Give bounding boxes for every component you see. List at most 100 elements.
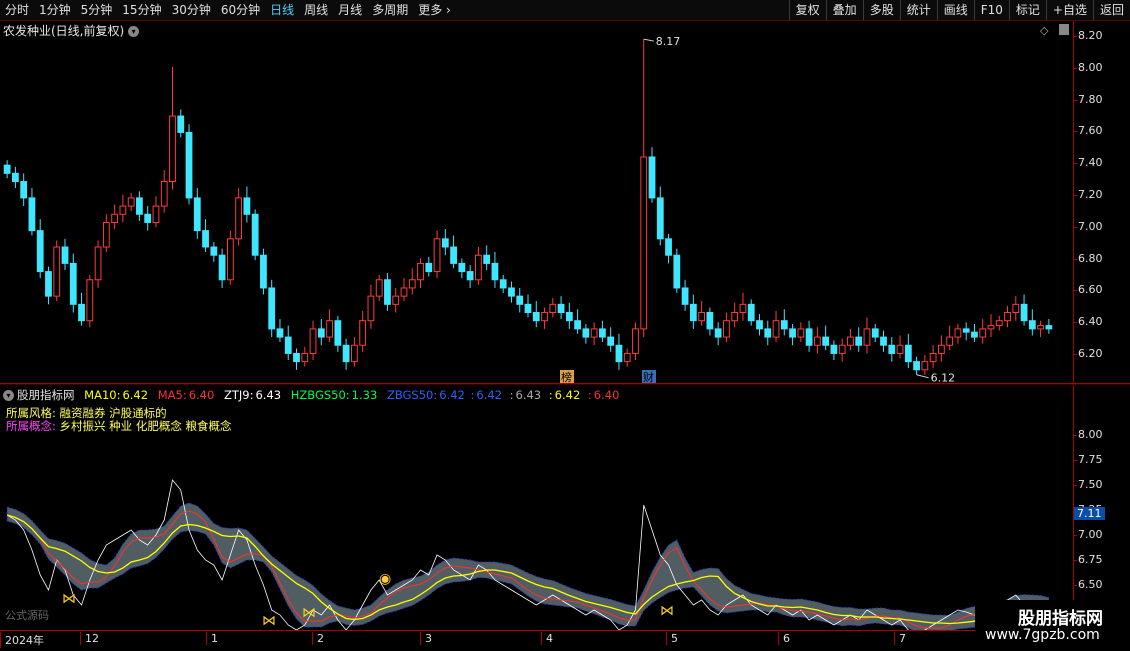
candle-body bbox=[582, 328, 590, 338]
price-tick: 7.80 bbox=[1073, 92, 1103, 106]
date-label: 5 bbox=[666, 632, 678, 645]
timeframe-4[interactable]: 30分钟 bbox=[167, 0, 216, 20]
candle-body bbox=[822, 336, 830, 346]
timeframe-1[interactable]: 1分钟 bbox=[34, 0, 76, 20]
candle-body bbox=[94, 246, 102, 281]
candle-body bbox=[384, 279, 391, 305]
candle-body bbox=[789, 328, 796, 338]
candle-body bbox=[160, 181, 168, 207]
date-label: 2024年 bbox=[0, 632, 44, 648]
date-label: 2 bbox=[312, 632, 324, 645]
badge-finance: 财 bbox=[643, 370, 654, 383]
date-axis: 2024年 12 1 2 3 4 5 6 7 bbox=[0, 630, 1073, 651]
timeframe-3[interactable]: 15分钟 bbox=[117, 0, 166, 20]
candle-body bbox=[392, 295, 400, 305]
candle-body bbox=[45, 271, 52, 297]
candle-body bbox=[276, 328, 284, 338]
tool-button-4[interactable]: 画线 bbox=[936, 0, 974, 20]
candle-body bbox=[665, 238, 672, 256]
candle-body bbox=[698, 312, 706, 322]
candle-body bbox=[590, 328, 598, 338]
tool-button-1[interactable]: 叠加 bbox=[825, 0, 863, 20]
timeframe-9[interactable]: 多周期 bbox=[367, 0, 413, 20]
tool-button-5[interactable]: F10 bbox=[973, 0, 1009, 20]
candle-body bbox=[309, 328, 317, 354]
candle-body bbox=[681, 287, 689, 305]
candlestick-chart[interactable]: 8.17 6.12 榜 财 bbox=[0, 21, 1073, 383]
price-tick: 6.40 bbox=[1073, 315, 1103, 329]
timeframe-2[interactable]: 5分钟 bbox=[76, 0, 118, 20]
candle-body bbox=[830, 344, 838, 354]
candle-body bbox=[268, 287, 276, 330]
money-bag-icon: ◉ bbox=[379, 571, 391, 587]
candle-body bbox=[855, 336, 863, 346]
tool-button-8[interactable]: 返回 bbox=[1092, 0, 1130, 20]
candle-body bbox=[764, 328, 772, 338]
candle-body bbox=[169, 115, 176, 183]
candle-body bbox=[623, 352, 631, 363]
tool-button-0[interactable]: 复权 bbox=[788, 0, 826, 20]
candle-body bbox=[293, 352, 300, 363]
date-label: 4 bbox=[541, 632, 553, 645]
candle-body bbox=[516, 295, 524, 305]
candle-body bbox=[441, 238, 449, 248]
candle-body bbox=[119, 205, 127, 215]
date-label: 7 bbox=[894, 632, 906, 645]
timeframe-6[interactable]: 日线 bbox=[265, 0, 299, 20]
candle-body bbox=[632, 328, 639, 354]
candle-body bbox=[847, 336, 854, 346]
candle-body bbox=[12, 172, 19, 183]
price-tick: 6.80 bbox=[1073, 251, 1103, 265]
candle-body bbox=[656, 197, 664, 240]
candle-body bbox=[466, 271, 474, 281]
candle-body bbox=[541, 312, 548, 322]
candle-body bbox=[111, 213, 119, 223]
timeframe-8[interactable]: 月线 bbox=[333, 0, 367, 20]
candle-body bbox=[772, 320, 780, 338]
price-tick: 7.00 bbox=[1073, 219, 1103, 233]
candle-body bbox=[954, 328, 962, 338]
tool-button-7[interactable]: +自选 bbox=[1045, 0, 1093, 20]
candle-body bbox=[706, 312, 714, 330]
timeframe-10[interactable]: 更多 › bbox=[413, 0, 456, 20]
candle-body bbox=[251, 213, 259, 256]
candle-body bbox=[202, 230, 209, 248]
watermark-url: www.7gpzb.com bbox=[985, 627, 1100, 643]
candle-body bbox=[210, 246, 218, 256]
candle-body bbox=[838, 344, 846, 354]
indicator-chart[interactable]: ⋈ ⋈ ⋈ ◉ ⋈ bbox=[0, 385, 1073, 630]
candle-body bbox=[1037, 325, 1044, 330]
candle-body bbox=[797, 328, 805, 338]
candle-body bbox=[350, 344, 358, 363]
timeframe-7[interactable]: 周线 bbox=[299, 0, 333, 20]
candle-body bbox=[53, 246, 61, 297]
candle-body bbox=[565, 312, 573, 322]
candle-body bbox=[896, 344, 904, 354]
tool-button-6[interactable]: 标记 bbox=[1008, 0, 1046, 20]
candle-body bbox=[1028, 320, 1036, 330]
candle-body bbox=[235, 197, 243, 240]
timeframe-0[interactable]: 分时 bbox=[0, 0, 34, 20]
candle-body bbox=[475, 254, 482, 281]
timeframe-5[interactable]: 60分钟 bbox=[216, 0, 265, 20]
formula-source-link[interactable]: 公式源码 bbox=[5, 607, 49, 623]
candle-body bbox=[483, 254, 491, 264]
candle-body bbox=[400, 287, 408, 297]
date-label: 12 bbox=[80, 632, 99, 645]
price-axis: 8.20 8.00 7.80 7.60 7.40 7.20 7.00 6.80 6.60 6.40… bbox=[1073, 21, 1130, 383]
candle-body bbox=[813, 336, 821, 346]
candle-body bbox=[640, 156, 648, 330]
indicator-tick: 8.00 bbox=[1073, 428, 1103, 441]
tool-button-3[interactable]: 统计 bbox=[899, 0, 937, 20]
candle-body bbox=[747, 303, 755, 322]
candle-body bbox=[185, 131, 193, 199]
indicator-tick: 7.00 bbox=[1073, 528, 1103, 541]
high-label: 8.17 bbox=[656, 35, 681, 48]
candle-body bbox=[334, 320, 342, 346]
candle-body bbox=[756, 320, 763, 330]
candle-body bbox=[648, 156, 656, 199]
tool-button-2[interactable]: 多股 bbox=[862, 0, 900, 20]
candle-body bbox=[243, 197, 251, 215]
candle-body bbox=[937, 344, 945, 354]
candle-body bbox=[177, 115, 185, 133]
